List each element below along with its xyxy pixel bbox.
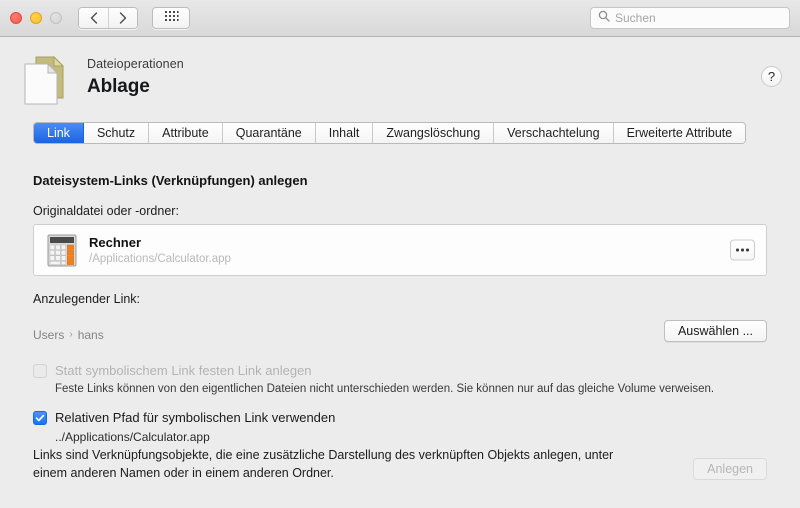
- tab-attribute[interactable]: Attribute: [149, 123, 223, 143]
- traffic-lights: [10, 12, 62, 24]
- source-label: Originaldatei oder -ordner:: [33, 204, 179, 218]
- tab-quarantaene[interactable]: Quarantäne: [222, 123, 316, 143]
- tab-schutz[interactable]: Schutz: [83, 123, 150, 143]
- tab-link[interactable]: Link: [34, 123, 84, 143]
- breadcrumb[interactable]: Users › hans: [33, 328, 104, 342]
- content-pane: Dateisystem-Links (Verknüpfungen) anlege…: [0, 144, 800, 508]
- breadcrumb-item-users[interactable]: Users: [33, 328, 64, 342]
- tab-inhalt[interactable]: Inhalt: [315, 123, 374, 143]
- tab-bar: Link Schutz Attribute Quarantäne Inhalt …: [33, 122, 747, 144]
- target-label: Anzulegender Link:: [33, 292, 141, 306]
- app-window: Suchen Dateioperationen Ablage ? Link Sc…: [0, 0, 800, 508]
- relative-path-value: ../Applications/Calculator.app: [55, 430, 210, 444]
- relative-checkbox-label: Relativen Pfad für symbolischen Link ver…: [55, 410, 336, 425]
- close-button[interactable]: [10, 12, 22, 24]
- browse-source-button[interactable]: [730, 239, 755, 261]
- navigation-segmented-control: [78, 7, 138, 29]
- footer: Links sind Verknüpfungsobjekte, die eine…: [33, 446, 767, 482]
- tab-erweiterte-attribute[interactable]: Erweiterte Attribute: [613, 123, 746, 143]
- search-icon: [598, 9, 610, 27]
- header-row: Dateioperationen Ablage: [0, 51, 800, 109]
- chevron-left-icon: [90, 12, 98, 24]
- search-input-placeholder[interactable]: Suchen: [615, 11, 656, 25]
- relative-checkbox-row[interactable]: Relativen Pfad für symbolischen Link ver…: [33, 410, 767, 425]
- calculator-icon: [47, 234, 77, 267]
- source-file-well[interactable]: Rechner /Applications/Calculator.app: [33, 224, 767, 276]
- section-title: Dateisystem-Links (Verknüpfungen) anlege…: [33, 173, 308, 188]
- source-file-path: /Applications/Calculator.app: [89, 253, 231, 265]
- titlebar: Suchen: [0, 0, 800, 37]
- header-text: Dateioperationen Ablage: [87, 51, 184, 98]
- zoom-button[interactable]: [50, 12, 62, 24]
- breadcrumb-item-hans[interactable]: hans: [78, 328, 104, 342]
- relative-option-block: Relativen Pfad für symbolischen Link ver…: [33, 410, 767, 444]
- ellipsis-icon: [736, 248, 749, 252]
- breadcrumb-separator-icon: ›: [69, 329, 73, 340]
- search-field[interactable]: Suchen: [590, 7, 790, 29]
- source-file-name: Rechner: [89, 235, 142, 250]
- chevron-right-icon: [119, 12, 127, 24]
- grid-dots-icon: [164, 9, 179, 27]
- minimize-button[interactable]: [30, 12, 42, 24]
- help-button[interactable]: ?: [761, 66, 782, 87]
- show-all-button[interactable]: [152, 7, 190, 29]
- hardlink-checkbox-row[interactable]: Statt symbolischem Link festen Link anle…: [33, 363, 767, 378]
- header-subtitle: Dateioperationen: [87, 57, 184, 71]
- document-icon: [18, 53, 68, 109]
- target-row: Users › hans Auswählen ...: [33, 320, 767, 342]
- create-button[interactable]: Anlegen: [693, 458, 767, 480]
- hardlink-option-block: Statt symbolischem Link festen Link anle…: [33, 363, 767, 395]
- hardlink-checkbox-label: Statt symbolischem Link festen Link anle…: [55, 363, 312, 378]
- hardlink-checkbox[interactable]: [33, 363, 47, 378]
- source-file-meta: Rechner /Applications/Calculator.app: [89, 235, 231, 265]
- choose-target-button[interactable]: Auswählen ...: [663, 320, 767, 342]
- relative-checkbox[interactable]: [33, 410, 47, 425]
- footer-description: Links sind Verknüpfungsobjekte, die eine…: [33, 447, 614, 480]
- forward-button[interactable]: [108, 8, 137, 28]
- back-button[interactable]: [79, 8, 108, 28]
- tab-zwangsloeschung[interactable]: Zwangslöschung: [373, 123, 495, 143]
- tab-verschachtelung[interactable]: Verschachtelung: [494, 123, 614, 143]
- hardlink-description: Feste Links können von den eigentlichen …: [55, 383, 715, 395]
- page-title: Ablage: [87, 76, 150, 97]
- header: Dateioperationen Ablage ? Link Schutz At…: [0, 37, 800, 144]
